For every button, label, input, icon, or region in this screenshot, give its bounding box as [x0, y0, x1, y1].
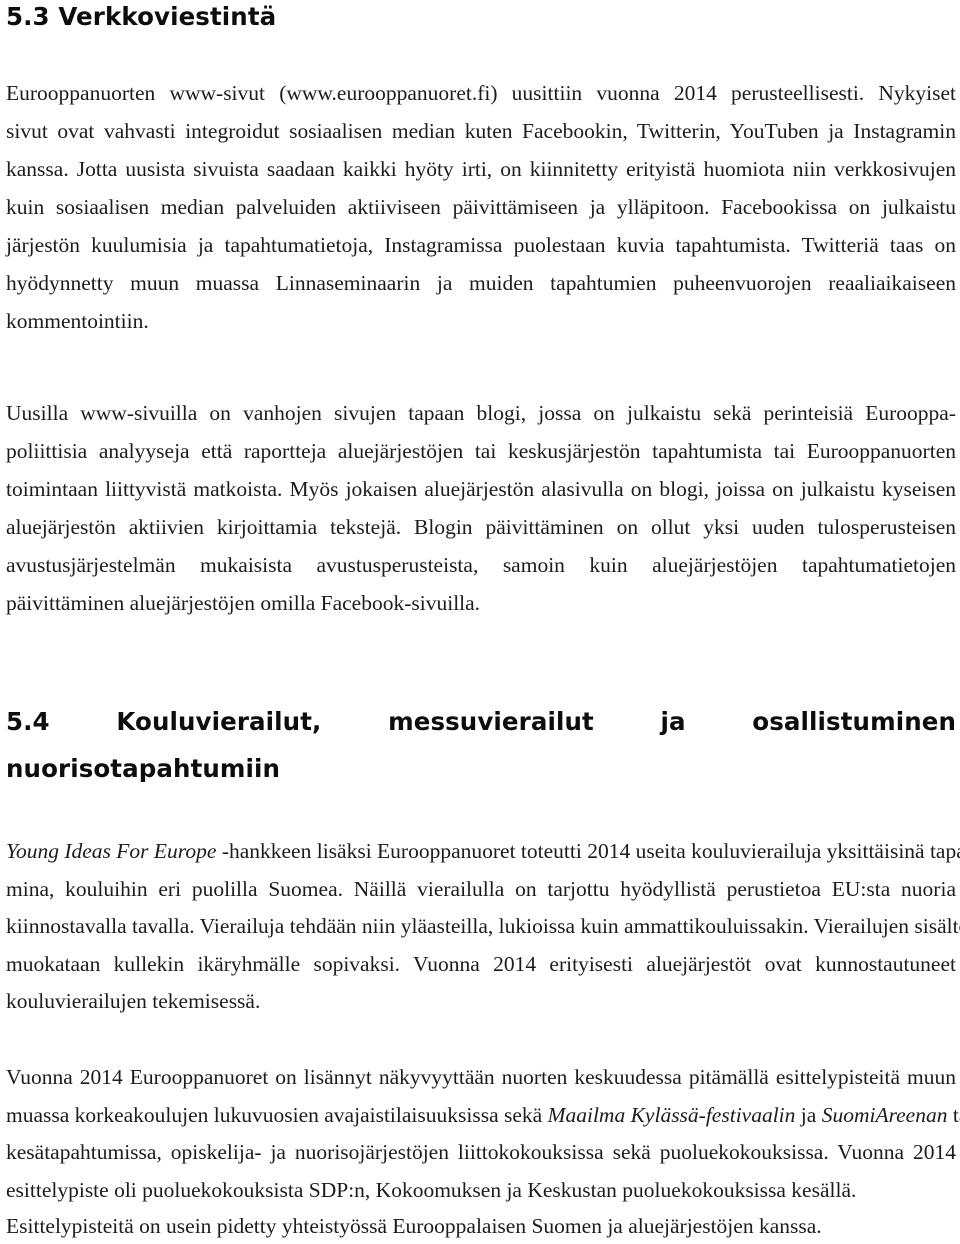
paragraph-blogi: Uusilla www-sivuilla on vanhojen sivujen… [6, 394, 956, 622]
text-run: muassa korkeakoulujen lukuvuosien avajai… [6, 1102, 548, 1127]
text-line: Young Ideas For Europe -hankkeen lisäksi… [6, 833, 960, 871]
text-line: avustusjärjestelmän mukaisista avustuspe… [6, 553, 956, 577]
text-line: toimintaan liittyvistä matkoista. Myös j… [6, 477, 956, 501]
paragraph-kouluvierailut: Young Ideas For Europe -hankkeen lisäksi… [6, 833, 960, 1021]
text-line: kommentointiin. [6, 309, 149, 333]
italic-title-suomiareena: SuomiAreenan [821, 1102, 948, 1127]
text-line: mina, kouluihin eri puolilla Suomea. Näi… [6, 876, 956, 901]
section-heading-5-3: 5.3 Verkkoviestintä [6, 2, 277, 31]
text-line: Esittelypisteitä on usein pidetty yhteis… [6, 1213, 822, 1238]
text-line: Vuonna 2014 Eurooppanuoret on lisännyt n… [6, 1065, 956, 1089]
text-line: kouluvierailujen tekemisessä. [6, 989, 261, 1013]
text-line: muokataan kullekin ikäryhmälle sopivaksi… [6, 951, 956, 976]
text-line: poliittisia analyyseja että raportteja a… [6, 439, 956, 463]
heading-line-1: 5.4 Kouluvierailut, messuvierailut ja os… [6, 707, 956, 736]
text-line: Eurooppanuorten www-sivut (www.eurooppan… [6, 81, 956, 105]
text-run: tapaisissa [952, 1102, 960, 1127]
paragraph-verkkoviestinta: Eurooppanuorten www-sivut (www.eurooppan… [6, 74, 956, 340]
text-line: kanssa. Jotta uusista sivuista saadaan k… [6, 157, 956, 181]
text-line: Uusilla www-sivuilla on vanhojen sivujen… [6, 401, 956, 425]
text-line: järjestön kuulumisia ja tapahtumatietoja… [6, 233, 956, 257]
text-line: sivut ovat vahvasti integroidut sosiaali… [6, 119, 956, 143]
heading-line-2: nuorisotapahtumiin [6, 754, 281, 783]
text-line: esittelypiste oli puoluekokouksista SDP:… [6, 1177, 857, 1202]
text-line: muassa korkeakoulujen lukuvuosien avajai… [6, 1097, 960, 1135]
section-heading-5-4: 5.4 Kouluvierailut, messuvierailut ja os… [6, 698, 956, 792]
document-page: 5.3 Verkkoviestintä Eurooppanuorten www-… [0, 0, 960, 1238]
text-line: kiinnostavalla tavalla. Vierailuja tehdä… [6, 914, 960, 938]
text-line: päivittäminen aluejärjestöjen omilla Fac… [6, 591, 481, 615]
text-line: hyödynnetty muun muassa Linnaseminaarin … [6, 271, 956, 295]
italic-title-young-ideas: Young Ideas For Europe [6, 839, 217, 863]
text-run: ja [795, 1102, 822, 1127]
text-run: -hankkeen lisäksi Eurooppanuoret toteutt… [216, 839, 960, 863]
text-line: aluejärjestön aktiivien kirjoittamia tek… [6, 515, 956, 539]
text-line: kesätapahtumissa, opiskelija- ja nuoriso… [6, 1140, 956, 1164]
italic-title-maailma-kylassa: Maailma Kylässä-festivaalin [547, 1102, 796, 1127]
paragraph-esittelypisteet: Vuonna 2014 Eurooppanuoret on lisännyt n… [6, 1059, 960, 1244]
text-line: kuin sosiaalisen median palveluiden akti… [6, 195, 956, 219]
